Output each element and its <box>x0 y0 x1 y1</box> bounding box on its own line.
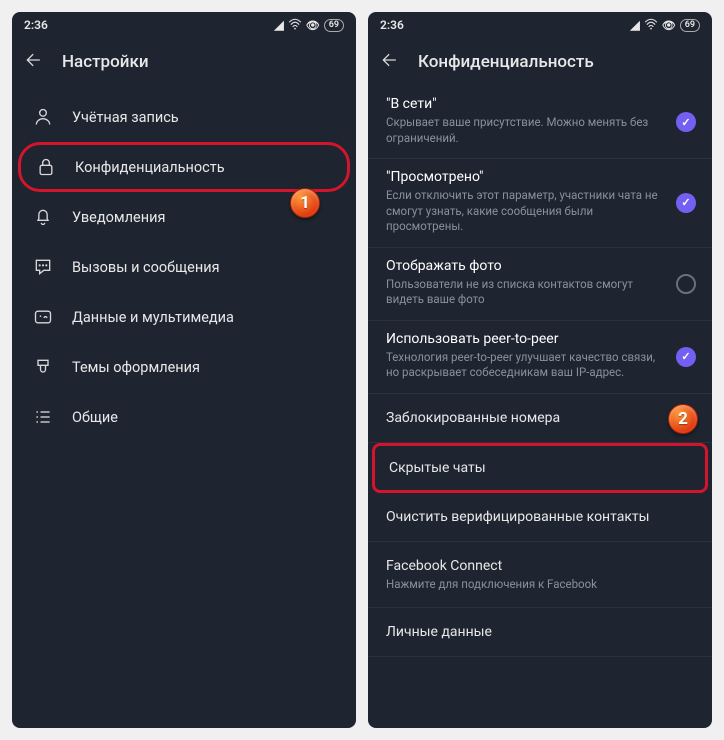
menu-label: Уведомления <box>72 209 165 226</box>
row-label: Очистить верифицированные контакты <box>386 509 650 525</box>
status-bar: 2:36 ◢ 👁 69 <box>368 12 712 38</box>
wifi-icon <box>288 18 302 33</box>
vibrate-icon: 👁 <box>306 19 320 32</box>
page-title: Настройки <box>62 52 149 72</box>
menu-media[interactable]: Данные и мультимедиа <box>12 292 356 342</box>
toggle-on[interactable] <box>676 347 696 367</box>
setting-desc: Если отключить этот параметр, участники … <box>386 188 694 235</box>
menu-label: Данные и мультимедиа <box>72 309 234 326</box>
row-label: Скрытые чаты <box>389 460 486 476</box>
menu-label: Общие <box>72 409 118 426</box>
setting-photo[interactable]: Отображать фото Пользователи не из списк… <box>368 248 712 321</box>
header: Конфиденциальность <box>368 38 712 86</box>
menu-privacy[interactable]: Конфиденциальность <box>18 142 350 192</box>
back-icon[interactable] <box>24 50 44 74</box>
setting-title: Отображать фото <box>386 258 694 274</box>
menu-label: Конфиденциальность <box>75 159 225 176</box>
row-label: Личные данные <box>386 624 492 640</box>
status-time: 2:36 <box>380 18 404 32</box>
lock-icon <box>35 156 57 178</box>
menu-label: Вызовы и сообщения <box>72 259 220 276</box>
toggle-on[interactable] <box>676 193 696 213</box>
setting-desc: Технология peer-to-peer улучшает качеств… <box>386 350 694 381</box>
chat-icon <box>32 256 54 278</box>
settings-menu: Учётная запись Конфиденциальность Уведом… <box>12 86 356 448</box>
setting-title: Использовать peer-to-peer <box>386 331 694 347</box>
status-right: ◢ 👁 69 <box>631 18 701 33</box>
row-facebook[interactable]: Facebook Connect Нажмите для подключения… <box>368 542 712 608</box>
menu-themes[interactable]: Темы оформления <box>12 342 356 392</box>
setting-p2p[interactable]: Использовать peer-to-peer Технология pee… <box>368 321 712 394</box>
status-right: ◢ 👁 69 <box>275 18 345 33</box>
callout-badge-2: 2 <box>668 404 698 434</box>
vibrate-icon: 👁 <box>662 19 676 32</box>
row-desc: Нажмите для подключения к Facebook <box>386 577 694 591</box>
toggle-on[interactable] <box>676 112 696 132</box>
setting-title: "В сети" <box>386 96 694 112</box>
menu-label: Темы оформления <box>72 359 200 376</box>
signal-icon: ◢ <box>631 18 640 32</box>
brush-icon <box>32 356 54 378</box>
back-icon[interactable] <box>380 50 400 74</box>
list-icon <box>32 406 54 428</box>
row-clear-verified[interactable]: Очистить верифицированные контакты <box>368 493 712 542</box>
header: Настройки <box>12 38 356 86</box>
bell-icon <box>32 206 54 228</box>
toggle-off[interactable] <box>676 274 696 294</box>
setting-seen[interactable]: "Просмотрено" Если отключить этот параме… <box>368 159 712 248</box>
callout-badge-1: 1 <box>290 188 320 218</box>
media-icon <box>32 306 54 328</box>
page-title: Конфиденциальность <box>418 52 594 72</box>
row-personal-data[interactable]: Личные данные <box>368 608 712 657</box>
row-label: Заблокированные номера <box>386 410 560 426</box>
phone-left: 2:36 ◢ 👁 69 Настройки Учётная запись Кон… <box>12 12 356 728</box>
user-icon <box>32 106 54 128</box>
menu-calls[interactable]: Вызовы и сообщения <box>12 242 356 292</box>
battery-icon: 69 <box>324 19 344 32</box>
setting-title: "Просмотрено" <box>386 169 694 185</box>
wifi-icon <box>644 18 658 33</box>
setting-desc: Скрывает ваше присутствие. Можно менять … <box>386 115 694 146</box>
menu-label: Учётная запись <box>72 109 179 126</box>
status-bar: 2:36 ◢ 👁 69 <box>12 12 356 38</box>
phone-right: 2:36 ◢ 👁 69 Конфиденциальность "В сети" … <box>368 12 712 728</box>
row-blocked[interactable]: Заблокированные номера <box>368 394 712 443</box>
menu-general[interactable]: Общие <box>12 392 356 442</box>
setting-desc: Пользователи не из списка контактов смог… <box>386 277 694 308</box>
status-time: 2:36 <box>24 18 48 32</box>
signal-icon: ◢ <box>275 18 284 32</box>
row-hidden-chats[interactable]: Скрытые чаты <box>372 443 708 493</box>
row-label: Facebook Connect <box>386 558 694 574</box>
menu-account[interactable]: Учётная запись <box>12 92 356 142</box>
setting-online[interactable]: "В сети" Скрывает ваше присутствие. Можн… <box>368 86 712 159</box>
battery-icon: 69 <box>680 19 700 32</box>
